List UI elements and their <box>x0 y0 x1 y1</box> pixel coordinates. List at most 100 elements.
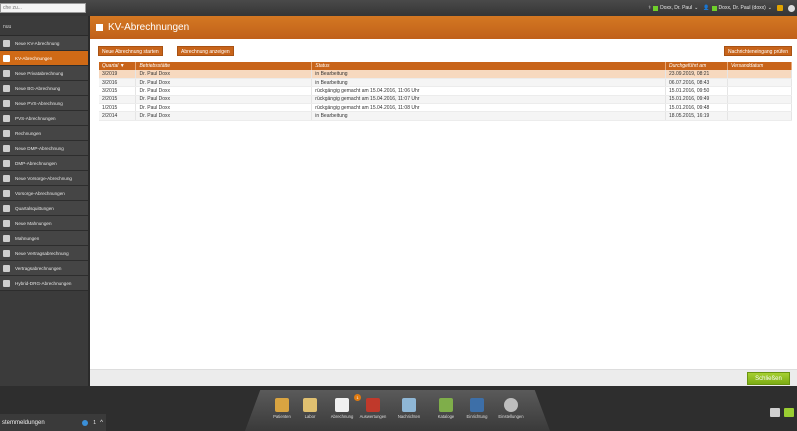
sidebar-item-label: Neue PVS-Abrechnung <box>15 100 63 106</box>
cell-quartal: 2/2014 <box>99 111 137 121</box>
stethoscope-tray-icon[interactable] <box>784 408 794 417</box>
user-icon: 👤 <box>703 5 710 11</box>
sidebar-item-kv-abrechnungen[interactable]: KV-Abrechnungen <box>0 51 88 66</box>
new-document-icon <box>3 174 10 182</box>
status-square-icon <box>711 5 717 11</box>
top-bar: che zu... ⚕ Doxx, Dr. Paul ⌄ 👤 Doxx, Dr.… <box>0 0 797 16</box>
sidebar-item-neue-vertragsabrechnung[interactable]: Neue Vertragsabrechnung <box>0 246 88 261</box>
cell-versanddatum <box>727 78 793 88</box>
sidebar-item-mahnungen[interactable]: Mahnungen <box>0 231 88 246</box>
sidebar-item-hybrid-drg-abrechnungen[interactable]: Hybrid-DRG-Abrechnungen <box>0 276 88 291</box>
show-billing-button[interactable]: Abrechnung anzeigen <box>177 46 234 56</box>
cell-status: in Bearbeitung <box>311 111 667 121</box>
sidebar-item-pvs-abrechnungen[interactable]: PVS-Abrechnungen <box>0 111 88 126</box>
new-billing-button[interactable]: Neue Abrechnung starten <box>98 46 163 56</box>
dock-item-einrichtung[interactable]: Einrichtung <box>461 398 493 419</box>
sidebar: nuu Neue KV-Abrechnung KV-Abrechnungen N… <box>0 16 88 386</box>
column-header-status[interactable]: Status <box>311 62 667 70</box>
system-messages-bar[interactable]: stemmeldungen 1 ^ <box>0 414 106 431</box>
sidebar-heading: nuu <box>0 16 88 36</box>
cell-quartal: 1/2015 <box>99 103 137 113</box>
sort-desc-icon: ▼ <box>119 63 125 69</box>
sidebar-item-neue-pvs-abrechnung[interactable]: Neue PVS-Abrechnung <box>0 96 88 111</box>
system-messages-label: stemmeldungen <box>2 419 45 426</box>
sidebar-item-label: Mahnungen <box>15 235 40 241</box>
column-header-label: Quartal <box>102 63 119 69</box>
mail-tray-icon[interactable] <box>770 408 780 417</box>
cell-betriebsstaette: Dr. Paul Doxx <box>135 78 313 88</box>
gear-icon <box>504 398 518 412</box>
sidebar-item-label: Neue Privatabrechnung <box>15 70 64 76</box>
dock-item-labor[interactable]: Labor <box>294 398 326 419</box>
main-footer: Schließen <box>90 369 797 386</box>
document-stack-icon <box>3 159 10 167</box>
cell-betriebsstaette: Dr. Paul Doxx <box>135 70 313 79</box>
column-header-versanddatum[interactable]: Versanddatum <box>727 62 793 70</box>
cell-date: 15.01.2016, 09:49 <box>665 95 728 105</box>
table-row[interactable]: 3/2019 Dr. Paul Doxx in Bearbeitung 23.0… <box>99 70 793 79</box>
sidebar-item-rechnungen[interactable]: Rechnungen <box>0 126 88 141</box>
sidebar-item-label: Neue Vorsorge-Abrechnung <box>15 175 72 181</box>
table-row[interactable]: 2/2014 Dr. Paul Doxx in Bearbeitung 18.0… <box>99 111 793 121</box>
dock-item-label: Patienten <box>273 414 291 419</box>
mail-icon <box>402 398 416 412</box>
chevron-up-icon[interactable]: ^ <box>100 420 103 426</box>
dock-item-abrechnung[interactable]: 1 Abrechnung <box>326 394 361 419</box>
doctor-selector[interactable]: ⚕ Doxx, Dr. Paul ⌄ <box>648 5 698 11</box>
dock-item-einstellungen[interactable]: Einstellungen <box>495 398 527 419</box>
cell-betriebsstaette: Dr. Paul Doxx <box>135 111 313 121</box>
column-header-quartal[interactable]: Quartal ▼ <box>99 62 137 70</box>
sidebar-item-label: Hybrid-DRG-Abrechnungen <box>15 280 72 286</box>
sidebar-item-label: Neue Mahnungen <box>15 220 52 226</box>
sidebar-item-dmp-abrechnungen[interactable]: DMP-Abrechnungen <box>0 156 88 171</box>
cell-versanddatum <box>727 111 793 121</box>
page-title: KV-Abrechnungen <box>108 22 190 33</box>
user-selector[interactable]: 👤 Doxx, Dr. Paul (doxx) ⌄ <box>703 5 772 11</box>
sidebar-item-neue-kv-abrechnung[interactable]: Neue KV-Abrechnung <box>0 36 88 51</box>
user-label: Doxx, Dr. Paul (doxx) <box>718 5 766 11</box>
stethoscope-icon: ⚕ <box>648 5 652 11</box>
billing-table: Quartal ▼ Betriebsstätte Status Durchgef… <box>99 62 793 121</box>
sidebar-item-label: Neue DMP-Abrechnung <box>15 145 64 151</box>
system-messages-count: 1 <box>93 419 96 426</box>
cell-betriebsstaette: Dr. Paul Doxx <box>135 95 313 105</box>
document-stack-icon <box>3 114 10 122</box>
cell-quartal: 3/2019 <box>99 70 137 79</box>
new-document-icon <box>3 84 10 92</box>
dock-item-auswertungen[interactable]: Auswertungen <box>357 398 389 419</box>
sidebar-item-neue-vorsorge-abrechnung[interactable]: Neue Vorsorge-Abrechnung <box>0 171 88 186</box>
column-header-betriebsstaette[interactable]: Betriebsstätte <box>135 62 313 70</box>
document-stack-icon <box>96 24 103 31</box>
action-bar: Neue Abrechnung starten Abrechnung anzei… <box>90 39 797 59</box>
document-stack-icon <box>3 264 10 272</box>
search-input[interactable]: che zu... <box>0 3 86 13</box>
dock-item-nachrichten[interactable]: Nachrichten <box>393 398 425 419</box>
sidebar-item-vertragsabrechnungen[interactable]: Vertragsabrechnungen <box>0 261 88 276</box>
cell-date: 06.07.2016, 08:43 <box>665 78 728 88</box>
table-row[interactable]: 1/2015 Dr. Paul Doxx rückgängig gemacht … <box>99 103 793 113</box>
dock-item-label: Kataloge <box>437 414 455 419</box>
sidebar-item-neue-privatabrechnung[interactable]: Neue Privatabrechnung <box>0 66 88 81</box>
lock-icon[interactable] <box>777 5 783 11</box>
flask-icon <box>303 398 317 412</box>
table-row[interactable]: 3/2015 Dr. Paul Doxx rückgängig gemacht … <box>99 86 793 96</box>
sidebar-item-quartalsquittungen[interactable]: Quartalsquittungen <box>0 201 88 216</box>
sidebar-item-neue-bg-abrechnung[interactable]: Neue BG-Abrechnung <box>0 81 88 96</box>
dock-item-kataloge[interactable]: Kataloge <box>430 398 462 419</box>
sidebar-item-neue-dmp-abrechnung[interactable]: Neue DMP-Abrechnung <box>0 141 88 156</box>
help-icon[interactable] <box>788 4 795 12</box>
chevron-down-icon: ⌄ <box>694 5 699 11</box>
check-inbox-button[interactable]: Nachrichteneingang prüfen <box>723 46 792 56</box>
dock-item-label: Auswertungen <box>359 414 387 419</box>
table-row[interactable]: 2/2015 Dr. Paul Doxx rückgängig gemacht … <box>99 95 793 105</box>
sidebar-item-vorsorge-abrechnungen[interactable]: Vorsorge-Abrechnungen <box>0 186 88 201</box>
cell-betriebsstaette: Dr. Paul Doxx <box>135 103 313 113</box>
cell-versanddatum <box>727 70 793 79</box>
cell-versanddatum <box>727 95 793 105</box>
table-row[interactable]: 3/2016 Dr. Paul Doxx in Bearbeitung 06.0… <box>99 78 793 88</box>
cell-date: 23.09.2019, 08:21 <box>665 70 728 79</box>
sidebar-item-neue-mahnungen[interactable]: Neue Mahnungen <box>0 216 88 231</box>
column-header-durchgefuehrt[interactable]: Durchgeführt am <box>665 62 728 70</box>
cell-versanddatum <box>727 103 793 113</box>
close-button[interactable]: Schließen <box>747 372 790 385</box>
